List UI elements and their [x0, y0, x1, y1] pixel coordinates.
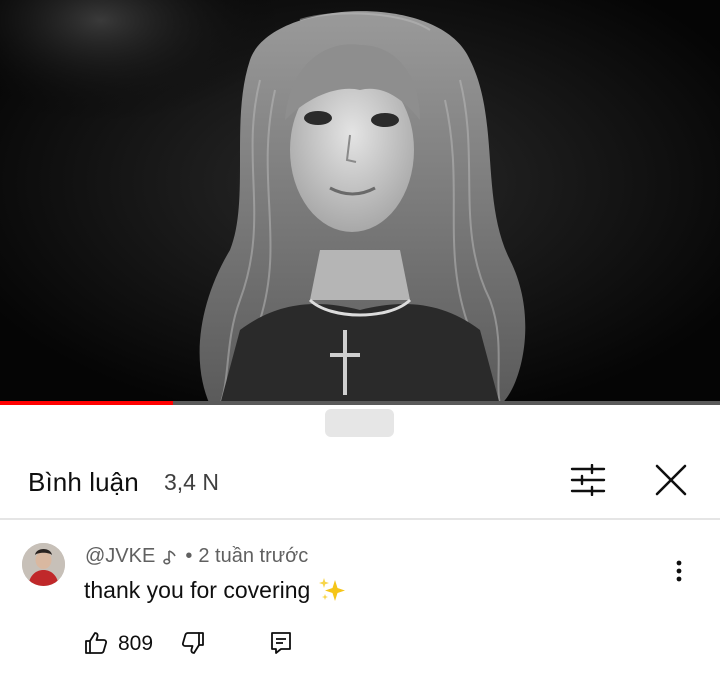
thumbs-down-icon	[181, 632, 204, 654]
comments-count: 3,4 N	[164, 469, 219, 495]
comment-header: @JVKE • 2 tuần trước	[85, 545, 308, 568]
avatar[interactable]	[22, 543, 65, 586]
comment-body: thank you for covering	[84, 576, 348, 604]
like-button[interactable]: 809	[84, 631, 153, 655]
comment-time: 2 tuần trước	[198, 545, 309, 567]
avatar-image	[22, 543, 65, 586]
reply-icon	[271, 632, 291, 654]
drag-handle[interactable]	[325, 409, 394, 437]
meta-separator: •	[185, 545, 193, 567]
dislike-button[interactable]	[181, 631, 205, 660]
comment-author[interactable]: @JVKE	[85, 545, 155, 568]
more-vertical-icon	[676, 560, 682, 582]
sparkles-icon	[318, 576, 348, 604]
filter-sliders-icon	[570, 464, 606, 496]
close-icon	[655, 464, 687, 496]
comments-panel: Bình luận 3,4 N @JVKE • 2 tuần trước tha…	[0, 405, 720, 689]
comment-text: thank you for covering	[84, 576, 311, 603]
header-divider	[0, 518, 720, 520]
close-button[interactable]	[646, 455, 696, 505]
like-count: 809	[118, 632, 154, 655]
comments-title: Bình luận	[28, 467, 139, 497]
filter-button[interactable]	[562, 457, 614, 503]
video-player[interactable]	[0, 0, 720, 405]
reply-button[interactable]	[270, 631, 292, 660]
comment-more-button[interactable]	[664, 551, 694, 591]
video-frame	[0, 0, 720, 405]
music-note-icon	[163, 549, 177, 565]
thumbs-up-icon	[85, 632, 108, 654]
